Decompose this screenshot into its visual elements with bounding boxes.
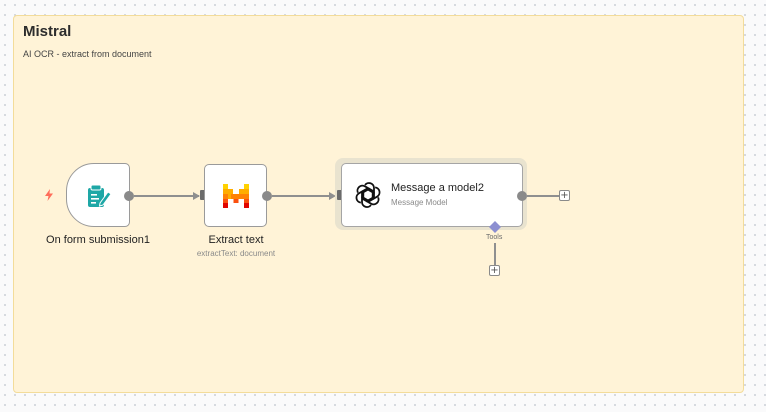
add-node-button[interactable]: + <box>559 190 570 201</box>
extract-node-sublabel: extractText: document <box>196 249 276 258</box>
tools-connector-diamond-icon[interactable] <box>489 221 501 233</box>
sticky-note-title: Mistral <box>23 23 72 40</box>
llm-node-subtitle: Message Model <box>391 198 448 207</box>
connection-edge[interactable] <box>272 195 332 197</box>
llm-node-title: Message a model2 <box>391 182 484 194</box>
tools-connector-line <box>494 243 496 265</box>
output-stub-edge <box>527 195 559 197</box>
extract-output-handle[interactable] <box>262 191 272 201</box>
lightning-icon <box>45 189 53 201</box>
trigger-node-label: On form submission1 <box>46 234 150 246</box>
message-model-node[interactable]: Message a model2 Message Model <box>341 163 523 227</box>
sticky-note-subtitle: AI OCR - extract from document <box>23 49 152 59</box>
extract-node-label: Extract text <box>208 234 264 246</box>
tools-connector-label: Tools <box>486 234 503 241</box>
add-tool-button[interactable]: + <box>489 265 500 276</box>
mistral-logo-icon <box>223 184 249 208</box>
openai-logo-icon <box>355 182 381 208</box>
extract-text-node[interactable] <box>204 164 267 227</box>
form-trigger-node[interactable] <box>66 163 130 227</box>
trigger-output-handle[interactable] <box>124 191 134 201</box>
llm-output-handle[interactable] <box>517 191 527 201</box>
form-icon <box>88 184 112 207</box>
connection-edge[interactable] <box>134 195 199 197</box>
